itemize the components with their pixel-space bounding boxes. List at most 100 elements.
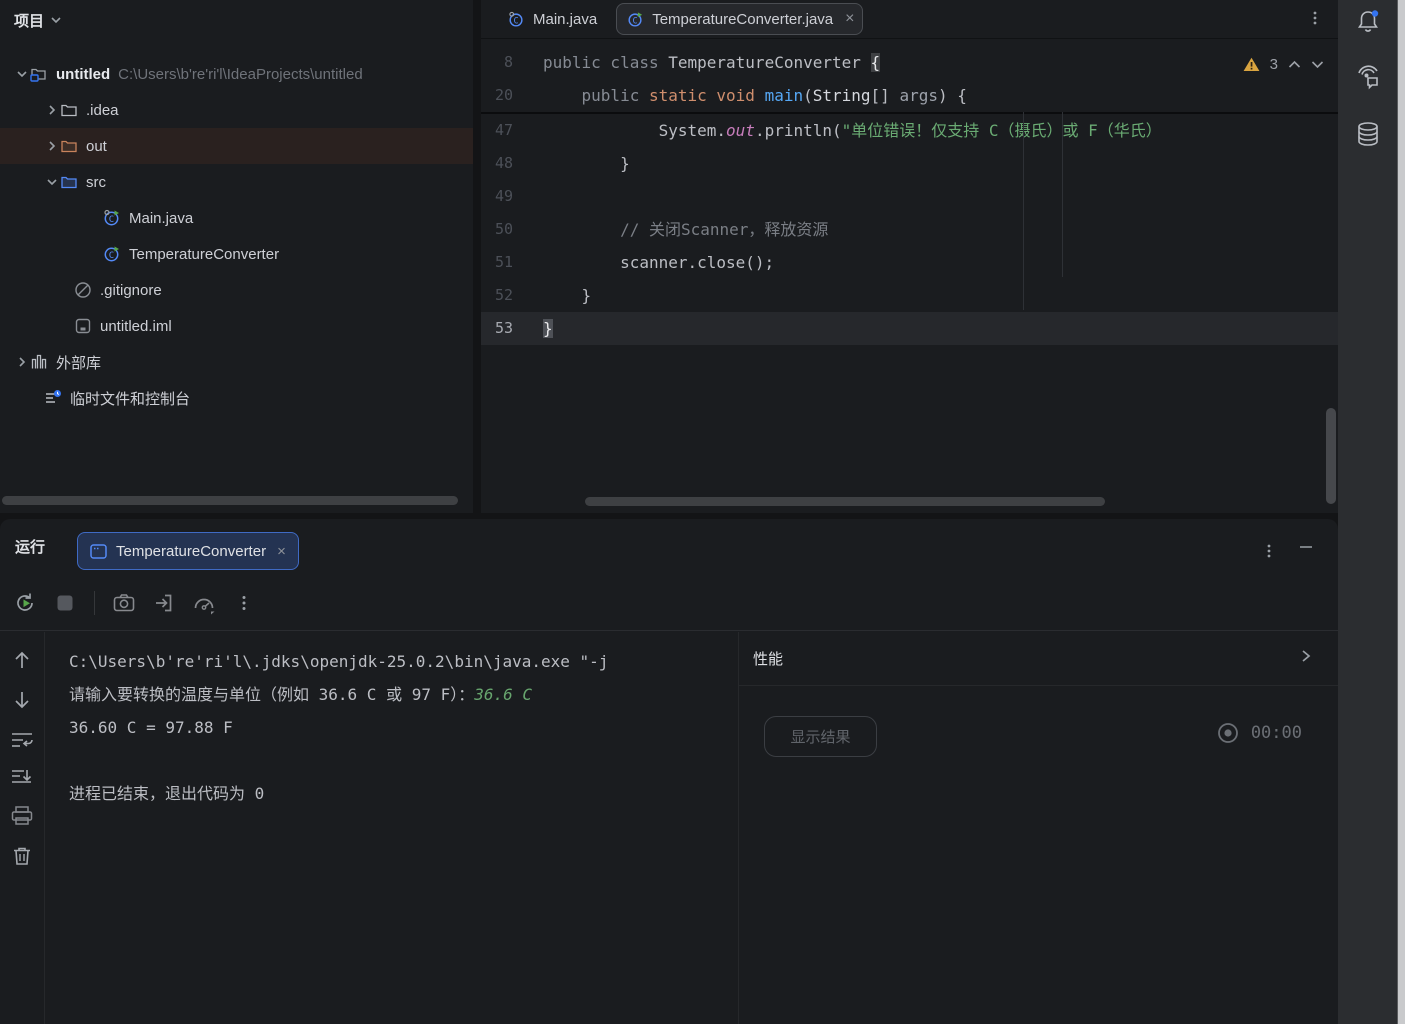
scroll-to-end-icon[interactable] [9, 765, 35, 791]
chevron-right-icon[interactable] [44, 138, 60, 154]
show-results-button[interactable]: 显示结果 [764, 716, 877, 757]
line-number: 48 [481, 147, 513, 180]
project-header[interactable]: 项目 [14, 8, 62, 32]
chevron-down-icon[interactable] [14, 66, 30, 82]
scratches-icon [44, 389, 62, 407]
chevron-right-icon[interactable] [14, 354, 30, 370]
svg-text:C: C [109, 215, 114, 225]
warning-count: 3 [1270, 56, 1278, 73]
tree-row-scratches[interactable]: 临时文件和控制台 [0, 380, 473, 416]
run-tool-window: 运行 TemperatureConverter × [0, 519, 1338, 1024]
editor-vertical-scrollbar[interactable] [1326, 408, 1336, 504]
chevron-right-icon[interactable] [44, 102, 60, 118]
user-input-text: 36.6 C [474, 685, 532, 704]
tree-row-idea[interactable]: .idea [0, 92, 473, 128]
inspections-widget[interactable]: 3 [1243, 56, 1324, 73]
next-problem-icon[interactable] [1311, 60, 1324, 69]
tree-row-out[interactable]: out [0, 128, 473, 164]
line-number: 53 [481, 312, 513, 345]
line-number: 52 [481, 279, 513, 312]
stop-button[interactable] [52, 590, 78, 616]
run-console-output[interactable]: C:\Users\b're'ri'l\.jdks\openjdk-25.0.2\… [46, 632, 737, 1024]
line-number: 8 [481, 46, 513, 79]
tree-row-main-java[interactable]: C Main.java [0, 200, 473, 236]
chevron-down-icon[interactable] [44, 174, 60, 190]
run-toolbar [0, 575, 1338, 631]
java-class-icon: C [627, 11, 644, 28]
profiler-snapshot-camera-icon[interactable] [111, 590, 137, 616]
prev-problem-icon[interactable] [1288, 60, 1301, 69]
code-line: 51 scanner.close(); [481, 246, 1338, 279]
tab-options-kebab-icon[interactable] [1308, 10, 1322, 31]
code-line-caret: 53 } [481, 312, 1338, 345]
tab-label: Main.java [533, 11, 597, 28]
svg-text:C: C [513, 16, 518, 26]
tab-main-java[interactable]: C Main.java [497, 3, 608, 35]
window-edge-scrollbar[interactable] [1397, 0, 1405, 1024]
down-stack-trace-icon[interactable] [9, 687, 35, 713]
java-class-icon: C [103, 245, 121, 263]
run-tab-temperatureconverter[interactable]: TemperatureConverter × [77, 532, 299, 570]
tree-item-label: out [86, 138, 107, 155]
folder-icon [60, 137, 78, 155]
minimize-panel-icon[interactable] [1298, 539, 1316, 557]
close-run-tab-icon[interactable]: × [277, 543, 286, 560]
run-header: 运行 TemperatureConverter × [0, 519, 1338, 575]
run-options-kebab-icon[interactable] [1262, 543, 1276, 564]
project-tool-window: 项目 untitled C:\Users\b're'ri'l\IdeaProje… [0, 0, 473, 513]
tree-item-label: src [86, 174, 106, 191]
console-line: 进程已结束，退出代码为 0 [69, 777, 737, 810]
tree-row-external-libraries[interactable]: 外部库 [0, 344, 473, 380]
tree-item-label: .idea [86, 102, 119, 119]
tree-row-src[interactable]: src [0, 164, 473, 200]
tree-item-label: untitled.iml [100, 318, 172, 335]
attach-process-icon[interactable] [151, 590, 177, 616]
tree-item-label: TemperatureConverter [129, 246, 279, 263]
tree-row-root-untitled[interactable]: untitled C:\Users\b're'ri'l\IdeaProjects… [0, 56, 473, 92]
notifications-bell-icon[interactable] [1352, 6, 1384, 38]
console-line: 请输入要转换的温度与单位（例如 36.6 C 或 97 F）：36.6 C [69, 678, 737, 711]
code-line-sticky: 8 public class TemperatureConverter { [481, 46, 1338, 79]
indent-guide [1062, 112, 1063, 277]
right-toolbar-strip [1338, 0, 1397, 1024]
database-icon[interactable] [1352, 118, 1384, 150]
tree-row-gitignore[interactable]: .gitignore [0, 272, 473, 308]
tree-root-path: C:\Users\b're'ri'l\IdeaProjects\untitled [118, 66, 363, 83]
tree-root-name: untitled [56, 66, 110, 83]
performance-title: 性能 [753, 648, 783, 669]
close-tab-icon[interactable]: × [845, 10, 854, 28]
run-tab-label: TemperatureConverter [116, 543, 266, 560]
up-stack-trace-icon[interactable] [9, 647, 35, 673]
rerun-button[interactable] [12, 590, 38, 616]
console-line: 36.60 C = 97.88 F [69, 711, 737, 744]
line-number: 50 [481, 213, 513, 246]
ai-assistant-icon[interactable] [1352, 60, 1384, 92]
chevron-right-icon[interactable] [1300, 648, 1312, 669]
project-tree: untitled C:\Users\b're'ri'l\IdeaProjects… [0, 56, 473, 416]
svg-text:C: C [633, 16, 638, 26]
ignore-file-icon [74, 281, 92, 299]
tree-row-untitled-iml[interactable]: untitled.iml [0, 308, 473, 344]
line-number: 51 [481, 246, 513, 279]
profiler-gauge-icon[interactable] [191, 590, 217, 616]
tree-row-temperatureconverter[interactable]: C TemperatureConverter [0, 236, 473, 272]
clear-console-trash-icon[interactable] [9, 843, 35, 869]
java-class-icon: C [508, 11, 525, 28]
tab-temperatureconverter-java[interactable]: C TemperatureConverter.java × [616, 3, 863, 35]
tree-item-label: .gitignore [100, 282, 162, 299]
code-line: 49 [481, 180, 1338, 213]
line-number: 20 [481, 79, 513, 112]
project-folder-icon [30, 65, 48, 83]
more-options-kebab-icon[interactable] [231, 590, 257, 616]
folder-icon [60, 101, 78, 119]
performance-header[interactable]: 性能 [739, 632, 1338, 686]
editor-tab-bar: C Main.java C TemperatureConverter.java … [481, 0, 1338, 39]
code-editor[interactable]: 8 public class TemperatureConverter { 20… [481, 40, 1338, 513]
soft-wrap-icon[interactable] [9, 727, 35, 753]
libraries-icon [30, 353, 48, 371]
project-horizontal-scrollbar[interactable] [2, 496, 458, 505]
print-icon[interactable] [9, 803, 35, 829]
code-line: 52 } [481, 279, 1338, 312]
record-icon [1217, 722, 1239, 744]
editor-horizontal-scrollbar[interactable] [585, 497, 1105, 506]
